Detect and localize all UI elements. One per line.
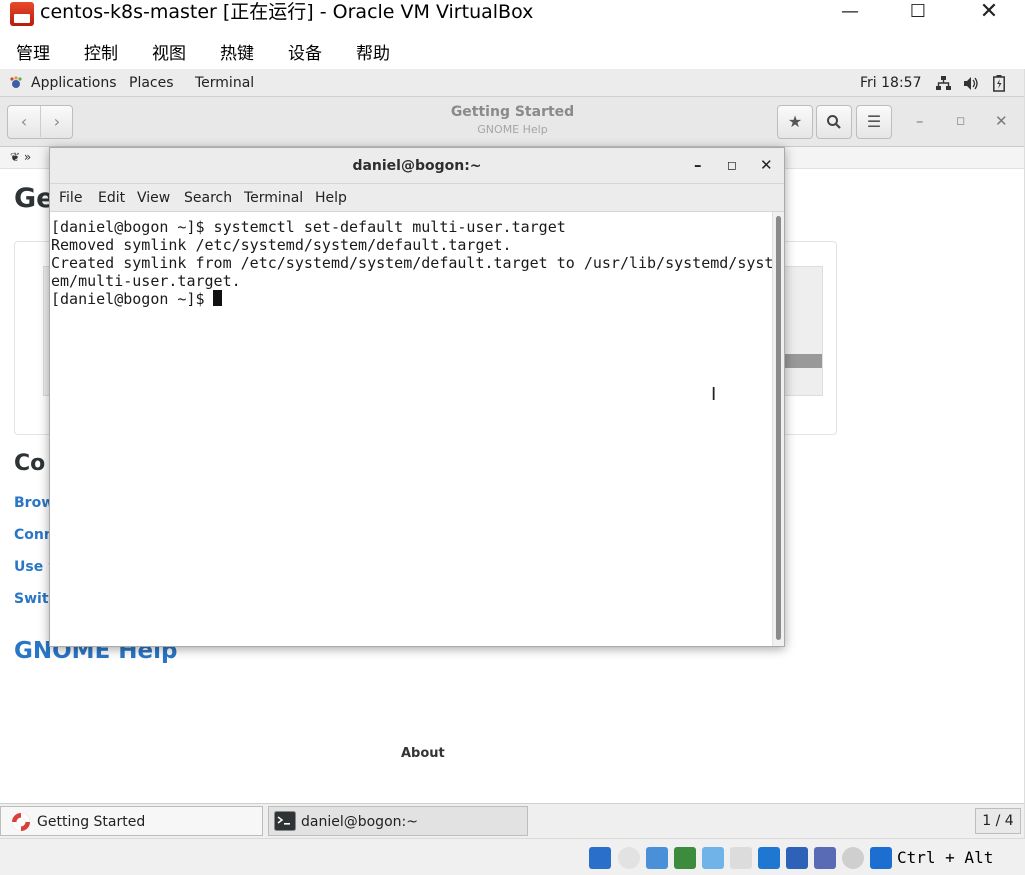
help-close-button[interactable]: ✕ (995, 112, 1008, 130)
usb-icon[interactable] (702, 847, 724, 869)
terminal-scrollbar[interactable] (772, 212, 784, 646)
battery-icon[interactable] (993, 75, 1005, 92)
task-terminal[interactable]: daniel@bogon:~ (268, 806, 528, 836)
vb-titlebar: centos-k8s-master [正在运行] - Oracle VM Vir… (0, 0, 1025, 33)
terminal-line: em/multi-user.target. (51, 272, 241, 290)
help-minimize-button[interactable]: – (916, 112, 924, 130)
hamburger-menu-icon[interactable]: ☰ (856, 105, 892, 139)
terminal-menu-edit[interactable]: Edit (98, 190, 125, 206)
menu-control[interactable]: 控制 (84, 39, 118, 64)
keyboard-capture-icon[interactable] (870, 847, 892, 869)
terminal-line: [daniel@bogon ~]$ systemctl set-default … (51, 218, 566, 236)
terminal-prompt-line: [daniel@bogon ~]$ (51, 290, 214, 308)
terminal-window[interactable]: daniel@bogon:~ – ◻ ✕ File Edit View Sear… (49, 147, 785, 647)
guest-screen[interactable]: Applications Places Terminal Fri 18:57 ‹… (0, 69, 1025, 838)
terminal-maximize-button[interactable]: ◻ (727, 158, 737, 172)
menu-manage[interactable]: 管理 (16, 39, 50, 64)
terminal-line: Removed symlink /etc/systemd/system/defa… (51, 236, 512, 254)
terminal-titlebar[interactable]: daniel@bogon:~ – ◻ ✕ (50, 148, 784, 184)
gnome-window-list: Getting Started daniel@bogon:~ 1 / 4 (0, 803, 1024, 838)
terminal-icon (274, 811, 296, 831)
menu-help[interactable]: 帮助 (356, 39, 390, 64)
vb-menubar: 管理 控制 视图 热键 设备 帮助 (0, 37, 1025, 67)
mouse-integration-icon[interactable] (842, 847, 864, 869)
gnome-foot-icon (10, 76, 22, 88)
lifebuoy-icon (12, 813, 30, 831)
help-section-heading: Co (14, 451, 46, 476)
terminal-cursor (213, 290, 222, 306)
terminal-menubar: File Edit View Search Terminal Help (50, 184, 784, 212)
network-icon[interactable] (936, 76, 951, 91)
search-button[interactable] (816, 105, 852, 139)
applications-menu[interactable]: Applications (31, 75, 117, 91)
minimize-button[interactable]: — (827, 0, 873, 26)
terminal-line: Created symlink from /etc/systemd/system… (51, 254, 774, 272)
menu-view[interactable]: 视图 (152, 39, 186, 64)
display-icon[interactable] (758, 847, 780, 869)
window-title: centos-k8s-master [正在运行] - Oracle VM Vir… (40, 1, 534, 23)
terminal-menu-terminal[interactable]: Terminal (244, 190, 303, 206)
terminal-menu-help[interactable]: Help (315, 190, 347, 206)
terminal-title: daniel@bogon:~ (352, 158, 482, 174)
volume-icon[interactable] (963, 76, 979, 91)
terminal-output[interactable]: [daniel@bogon ~]$ systemctl set-default … (50, 212, 774, 646)
video-capture-icon[interactable] (786, 847, 808, 869)
task-label: daniel@bogon:~ (301, 814, 418, 830)
host-key-label: Ctrl + Alt (897, 848, 994, 867)
about-link[interactable]: About (401, 746, 445, 761)
places-menu[interactable]: Places (129, 75, 174, 91)
clock[interactable]: Fri 18:57 (860, 75, 921, 91)
terminal-menu-file[interactable]: File (59, 190, 82, 206)
hard-disk-icon[interactable] (589, 847, 611, 869)
task-label: Getting Started (37, 814, 146, 830)
optical-drive-icon[interactable] (618, 847, 640, 869)
virtualbox-app-icon (10, 2, 34, 26)
terminal-minimize-button[interactable]: – (694, 156, 702, 174)
terminal-app-menu[interactable]: Terminal (195, 75, 254, 91)
terminal-menu-search[interactable]: Search (184, 190, 232, 206)
help-maximize-button[interactable]: ◻ (956, 114, 965, 127)
workspace-indicator[interactable]: 1 / 4 (975, 808, 1021, 834)
shared-folders-icon[interactable] (730, 847, 752, 869)
terminal-menu-view[interactable]: View (137, 190, 170, 206)
menu-hotkeys[interactable]: 热键 (220, 39, 254, 64)
terminal-close-button[interactable]: ✕ (760, 156, 773, 174)
terminal-scroll-thumb[interactable] (776, 216, 781, 640)
vt-x-icon[interactable] (814, 847, 836, 869)
bookmark-star-icon[interactable]: ★ (777, 105, 813, 139)
task-getting-started[interactable]: Getting Started (0, 806, 263, 836)
vb-statusbar: Ctrl + Alt (0, 838, 1025, 875)
gnome-foot-small-icon[interactable]: ❦ » (10, 150, 31, 164)
close-button[interactable]: ✕ (966, 0, 1012, 26)
gnome-top-panel: Applications Places Terminal Fri 18:57 (0, 69, 1024, 97)
audio-icon[interactable] (646, 847, 668, 869)
help-headerbar: ‹ › Getting Started GNOME Help ★ ☰ – ◻ ✕ (0, 97, 1024, 147)
network-adapter-icon[interactable] (674, 847, 696, 869)
ibeam-cursor-icon: I (711, 384, 717, 405)
maximize-button[interactable]: ☐ (895, 0, 941, 26)
menu-devices[interactable]: 设备 (288, 39, 322, 64)
search-icon (827, 115, 841, 129)
